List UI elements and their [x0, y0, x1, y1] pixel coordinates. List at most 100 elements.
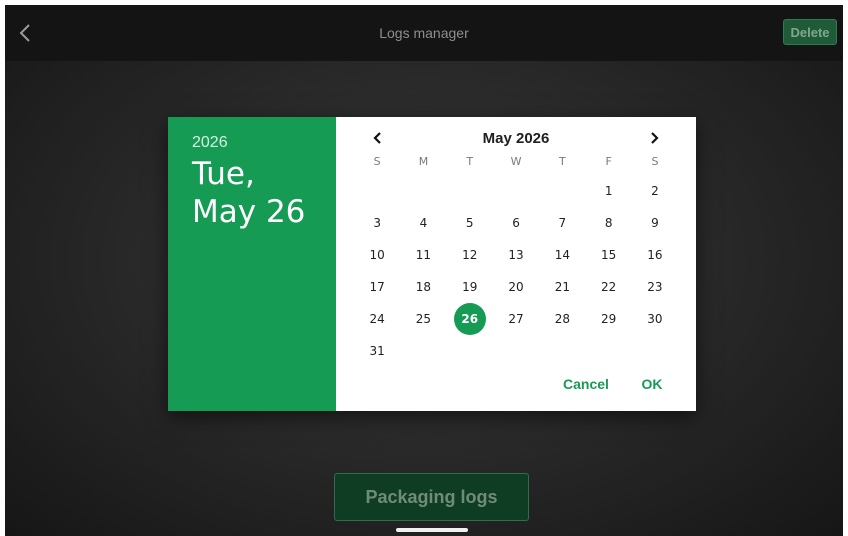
day-cell[interactable]: 15 [585, 239, 631, 271]
day-cell[interactable]: 1 [585, 175, 631, 207]
empty-day-cell [632, 335, 678, 367]
day-number: 30 [647, 312, 663, 326]
day-number: 26 [453, 303, 486, 335]
weekday-label: S [651, 155, 659, 168]
day-cell[interactable]: 5 [447, 207, 493, 239]
day-number: 4 [419, 216, 428, 230]
empty-day-cell [493, 175, 539, 207]
selected-day[interactable]: 26 [447, 303, 493, 335]
day-cell[interactable]: 12 [447, 239, 493, 271]
day-cell[interactable]: 11 [400, 239, 446, 271]
home-indicator[interactable] [396, 528, 468, 532]
day-cell[interactable]: 23 [632, 271, 678, 303]
selected-year[interactable]: 2026 [192, 134, 228, 152]
day-cell[interactable]: 25 [400, 303, 446, 335]
date-picker-dialog: 2026 Tue, May 26 May 2026 SMTWTFS 123456… [168, 117, 696, 411]
day-number: 17 [369, 280, 385, 294]
empty-day-cell [493, 335, 539, 367]
week-row: 24 25 26 27 28 29 30 [354, 303, 678, 335]
day-number: 8 [604, 216, 613, 230]
day-number: 14 [554, 248, 570, 262]
empty-day-cell [447, 175, 493, 207]
day-number: 1 [604, 184, 613, 198]
day-cell[interactable]: 7 [539, 207, 585, 239]
day-cell[interactable]: 9 [632, 207, 678, 239]
day-cell[interactable]: 31 [354, 335, 400, 367]
day-cell[interactable]: 3 [354, 207, 400, 239]
day-cell[interactable]: 29 [585, 303, 631, 335]
weekday-label: S [373, 155, 381, 168]
day-number: 16 [647, 248, 663, 262]
day-number: 11 [415, 248, 432, 262]
day-number: 27 [508, 312, 524, 326]
day-cell[interactable]: 27 [493, 303, 539, 335]
day-number: 22 [600, 280, 617, 294]
day-cell[interactable]: 21 [539, 271, 585, 303]
weekday-label: W [510, 155, 522, 168]
day-number: 18 [415, 280, 432, 294]
day-number: 28 [554, 312, 570, 326]
day-cell[interactable]: 4 [400, 207, 446, 239]
selected-date-line: May 26 [192, 194, 306, 230]
selected-date[interactable]: Tue, May 26 [192, 155, 305, 231]
page-title: Logs manager [379, 25, 469, 41]
day-cell[interactable]: 22 [585, 271, 631, 303]
day-cell[interactable]: 2 [632, 175, 678, 207]
week-row: 31 [354, 335, 678, 367]
empty-day-cell [539, 175, 585, 207]
day-cell[interactable]: 10 [354, 239, 400, 271]
day-cell[interactable]: 24 [354, 303, 400, 335]
day-cell[interactable]: 30 [632, 303, 678, 335]
day-number: 15 [600, 248, 617, 262]
delete-button[interactable]: Delete [783, 19, 837, 45]
day-cell[interactable]: 19 [447, 271, 493, 303]
empty-day-cell [539, 335, 585, 367]
empty-day-cell [585, 335, 631, 367]
day-number: 10 [369, 248, 385, 262]
day-number: 23 [647, 280, 663, 294]
day-cell[interactable]: 28 [539, 303, 585, 335]
weekday-label: M [418, 155, 429, 168]
empty-day-cell [354, 175, 400, 207]
weekday-header-row: SMTWTFS [354, 155, 678, 171]
day-cell[interactable]: 14 [539, 239, 585, 271]
day-cell[interactable]: 13 [493, 239, 539, 271]
date-picker-header: 2026 Tue, May 26 [168, 117, 336, 411]
day-number: 5 [465, 216, 474, 230]
selected-weekday-line: Tue, [192, 156, 255, 192]
cancel-button[interactable]: Cancel [556, 372, 616, 396]
day-number: 29 [600, 312, 617, 326]
packaging-logs-button[interactable]: Packaging logs [334, 473, 529, 521]
chevron-right-icon [651, 132, 659, 144]
day-cell[interactable]: 20 [493, 271, 539, 303]
day-cell[interactable]: 18 [400, 271, 446, 303]
day-number: 21 [554, 280, 570, 294]
day-number: 2 [651, 184, 659, 198]
week-row: 10 11 12 13 14 15 16 [354, 239, 678, 271]
empty-day-cell [447, 335, 493, 367]
weekday-label: T [558, 155, 566, 168]
day-number: 25 [415, 312, 432, 326]
day-number: 9 [651, 216, 659, 230]
day-number: 12 [462, 248, 478, 262]
previous-month-button[interactable] [366, 127, 390, 149]
day-number: 13 [508, 248, 524, 262]
day-number: 6 [512, 216, 520, 230]
week-row: 12 [354, 175, 678, 207]
day-number: 3 [373, 216, 381, 230]
next-month-button[interactable] [642, 127, 666, 149]
day-cell[interactable]: 6 [493, 207, 539, 239]
day-number: 20 [508, 280, 524, 294]
day-cell[interactable]: 8 [585, 207, 631, 239]
weekday-label: F [605, 155, 612, 168]
chevron-left-icon [373, 132, 381, 144]
day-cell[interactable]: 16 [632, 239, 678, 271]
week-row: 17 18 19 20 21 22 23 [354, 271, 678, 303]
day-number: 24 [369, 312, 385, 326]
calendar: May 2026 SMTWTFS 1 2 3 4 5 6 7 8 9 10 11 12 13 14 15 16… [336, 117, 696, 411]
day-cell[interactable]: 17 [354, 271, 400, 303]
top-bar: Logs manager Delete [5, 5, 843, 61]
ok-button[interactable]: OK [635, 372, 669, 396]
day-number: 19 [462, 280, 478, 294]
week-row: 3 4 5 6 7 8 9 [354, 207, 678, 239]
